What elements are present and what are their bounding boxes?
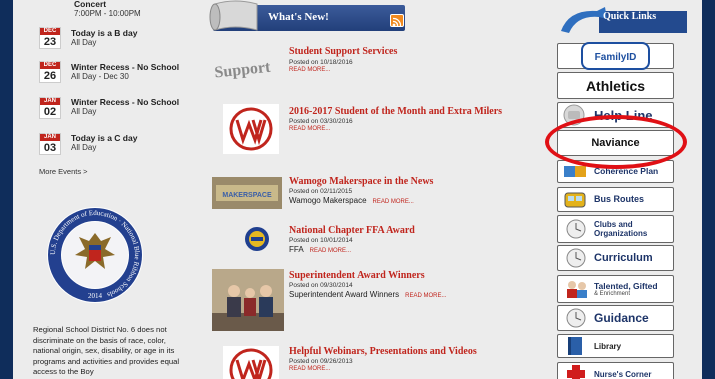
familyid-button[interactable]: FamilyID xyxy=(557,42,674,70)
quick-links-title: Quick Links xyxy=(603,11,657,22)
event-item[interactable]: Today is a B day All Day xyxy=(71,28,201,48)
news-title-link[interactable]: National Chapter FFA Award xyxy=(289,225,415,236)
guidance-button[interactable]: Guidance xyxy=(557,305,674,331)
rsd6-logo-thumbnail[interactable] xyxy=(223,104,279,154)
svg-text:Support: Support xyxy=(214,59,272,80)
quick-links-column: Quick Links FamilyID Athletics Help Line… xyxy=(548,0,702,379)
seal-year: 2014 xyxy=(88,292,103,300)
read-more-link[interactable]: READ MORE... xyxy=(405,293,446,299)
read-more-link[interactable]: READ MORE... xyxy=(373,199,414,205)
whats-new-title: What's New! xyxy=(268,11,329,23)
page-frame: Concert 7:00PM - 10:00PM DEC 23 Today is… xyxy=(13,0,702,379)
red-cross-icon xyxy=(567,365,585,379)
award-photo-thumbnail[interactable] xyxy=(212,269,284,331)
events-column: Concert 7:00PM - 10:00PM DEC 23 Today is… xyxy=(13,0,196,379)
date-badge: DEC 26 xyxy=(39,61,61,83)
people-icon xyxy=(567,281,587,298)
news-title-link[interactable]: Helpful Webinars, Presentations and Vide… xyxy=(289,346,477,357)
news-title-link[interactable]: Student Support Services xyxy=(289,46,397,57)
makerspace-thumbnail[interactable]: MAKERSPACE xyxy=(212,177,282,209)
date-badge: DEC 23 xyxy=(39,27,61,49)
curriculum-button[interactable]: Curriculum xyxy=(557,245,674,271)
news-title-link[interactable]: 2016-2017 Student of the Month and Extra… xyxy=(289,106,502,117)
scroll-icon xyxy=(209,0,258,31)
clock-icon xyxy=(566,219,586,239)
nondiscrimination-notice: Regional School District No. 6 does not … xyxy=(33,325,180,376)
news-column: What's New! Support Student Support Serv… xyxy=(209,0,549,379)
event-item[interactable]: Winter Recess - No School All Day - Dec … xyxy=(71,62,201,82)
clock-icon xyxy=(566,308,586,328)
clubs-and-organizations-button[interactable]: Clubs and Organizations xyxy=(557,215,674,243)
ffa-emblem-thumbnail[interactable] xyxy=(243,225,271,253)
news-title-link[interactable]: Wamogo Makerspace in the News xyxy=(289,176,433,187)
svg-text:MAKERSPACE: MAKERSPACE xyxy=(222,192,272,199)
bus-icon xyxy=(564,192,586,207)
highlight-circle xyxy=(545,115,687,169)
library-button[interactable]: Library xyxy=(557,334,674,358)
date-badge: JAN 03 xyxy=(39,133,61,155)
news-title-link[interactable]: Superintendent Award Winners xyxy=(289,270,425,281)
read-more-link[interactable]: READ MORE... xyxy=(310,248,351,254)
rss-icon[interactable] xyxy=(390,14,404,27)
read-more-link[interactable]: READ MORE... xyxy=(289,67,330,73)
event-item[interactable]: Winter Recess - No School All Day xyxy=(71,97,201,117)
more-events-link[interactable]: More Events > xyxy=(39,167,88,176)
nurses-corner-button[interactable]: Nurse's Corner xyxy=(557,362,674,379)
rsd6-logo-thumbnail[interactable] xyxy=(223,346,279,379)
date-badge: JAN 02 xyxy=(39,97,61,119)
talented-gifted-button[interactable]: Talented, Gifted & Enrichment xyxy=(557,275,674,303)
blue-ribbon-seal: U.S. Department of Education · National … xyxy=(47,207,143,303)
event-item[interactable]: Today is a C day All Day xyxy=(71,133,201,153)
clock-icon xyxy=(566,248,586,268)
bus-routes-button[interactable]: Bus Routes xyxy=(557,187,674,212)
athletics-button[interactable]: Athletics xyxy=(557,72,674,99)
support-thumbnail[interactable]: Support xyxy=(212,52,284,80)
read-more-link[interactable]: READ MORE... xyxy=(289,366,330,372)
book-icon xyxy=(568,337,582,355)
read-more-link[interactable]: READ MORE... xyxy=(289,126,330,132)
